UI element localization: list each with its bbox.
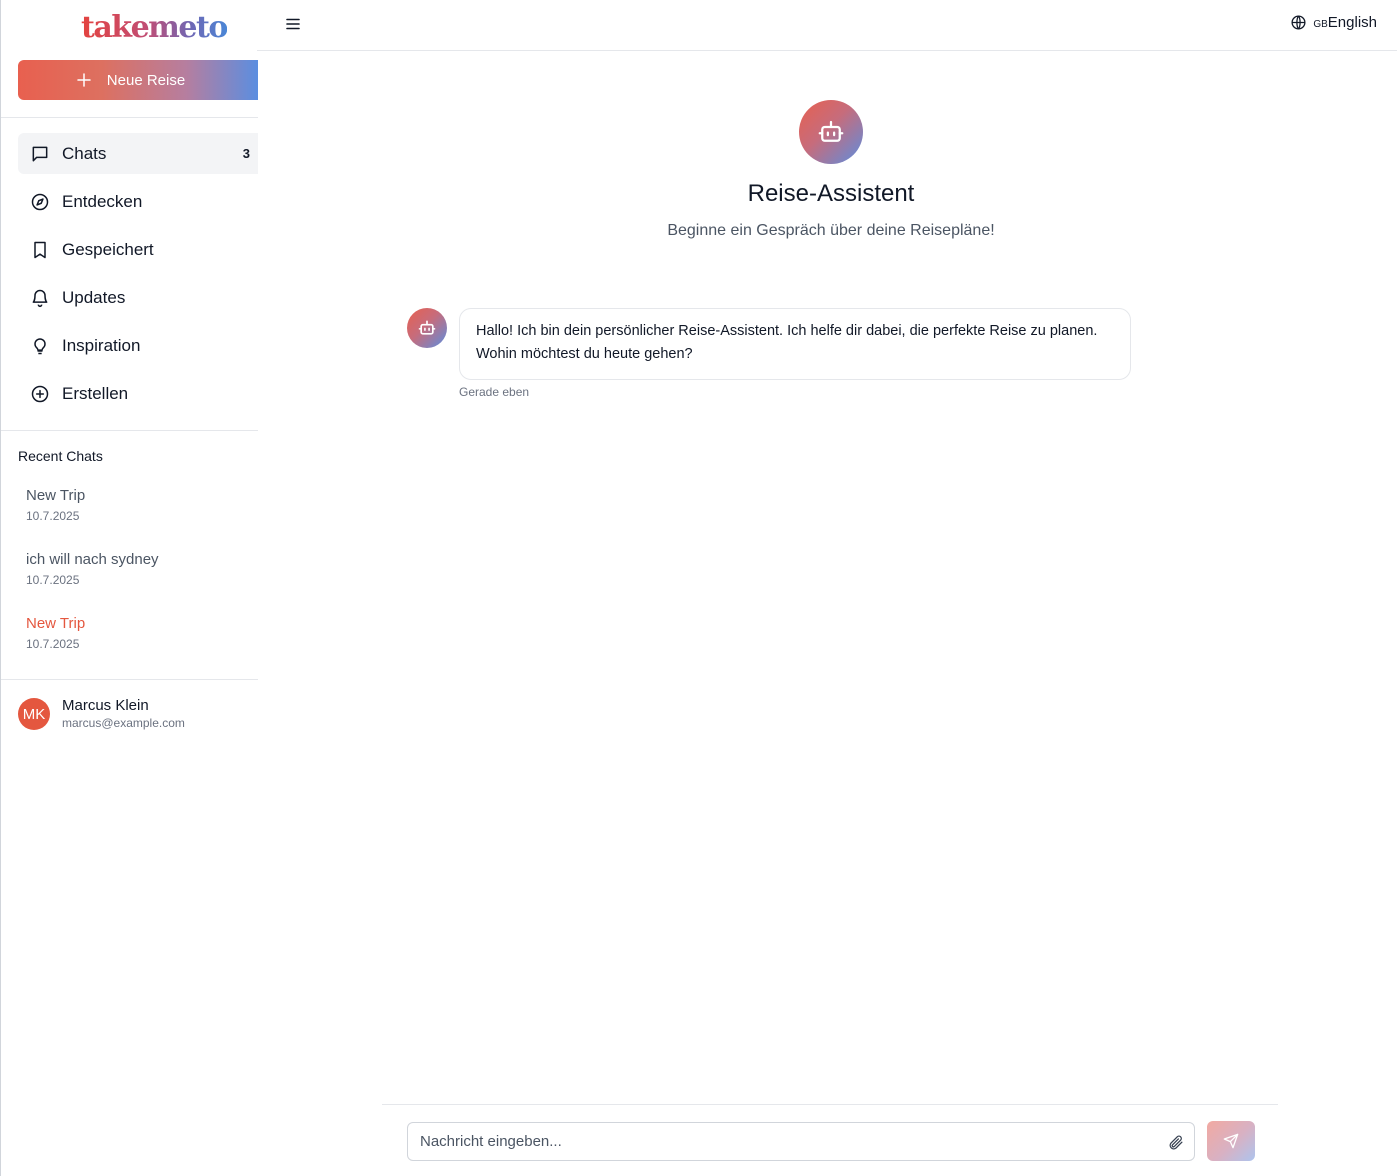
bookmark-icon (30, 240, 50, 260)
page-subtitle: Beginne ein Gespräch über deine Reiseplä… (667, 222, 995, 239)
top-header: GBEnglish (257, 0, 1397, 51)
page-title: Reise-Assistent (747, 180, 915, 207)
message-input[interactable] (408, 1123, 1148, 1160)
brand-logo[interactable]: takemeto (81, 10, 228, 46)
recent-chat-date: 10.7.2025 (26, 573, 80, 587)
user-profile[interactable]: MK Marcus Klein marcus@example.com (18, 697, 185, 731)
sidebar-item-entdecken[interactable]: Entdecken (18, 181, 258, 222)
sidebar-item-updates[interactable]: Updates (18, 277, 258, 318)
sidebar-divider (1, 117, 258, 118)
new-trip-button[interactable]: Neue Reise (18, 60, 258, 100)
recent-chat-date: 10.7.2025 (26, 637, 80, 651)
bot-avatar-icon (407, 308, 447, 348)
chats-count-badge: 3 (242, 146, 250, 161)
lightbulb-icon (30, 336, 50, 356)
compass-icon (30, 192, 50, 212)
new-trip-label: Neue Reise (106, 71, 186, 89)
sidebar-item-gespeichert[interactable]: Gespeichert (18, 229, 258, 270)
recent-chat-date: 10.7.2025 (26, 509, 80, 523)
bot-icon (799, 100, 863, 164)
sidebar-item-erstellen[interactable]: Erstellen (18, 373, 258, 414)
sidebar-item-label: Gespeichert (62, 239, 154, 259)
sidebar-item-inspiration[interactable]: Inspiration (18, 325, 258, 366)
recent-chat-title: New Trip (26, 615, 86, 632)
user-name: Marcus Klein (62, 697, 149, 714)
recent-chats-heading: Recent Chats (18, 448, 103, 464)
message-timestamp: Gerade eben (459, 385, 530, 399)
recent-chat-item-active[interactable]: New Trip 10.7.2025 (18, 614, 258, 678)
bell-icon (30, 288, 50, 308)
globe-icon (1290, 14, 1307, 31)
recent-chat-item[interactable]: New Trip 10.7.2025 (18, 486, 258, 550)
sidebar: takemeto Neue Reise Chats 3 Entdecken Ge… (0, 0, 258, 1176)
sidebar-item-label: Erstellen (62, 383, 129, 403)
send-icon (1223, 1133, 1239, 1149)
assistant-message-bubble: Hallo! Ich bin dein persönlicher Reise-A… (459, 308, 1131, 380)
user-email: marcus@example.com (62, 716, 185, 730)
menu-icon[interactable] (285, 16, 301, 32)
sidebar-item-chats[interactable]: Chats 3 (18, 133, 258, 174)
message-text-line: Hallo! Ich bin dein persönlicher Reise-A… (476, 323, 1098, 339)
message-square-icon (30, 144, 50, 164)
composer-divider (382, 1104, 1278, 1105)
language-flag: GB (1313, 19, 1328, 30)
sidebar-item-label: Updates (62, 287, 126, 307)
recent-chat-title: ich will nach sydney (26, 551, 159, 568)
sidebar-divider (1, 430, 258, 431)
recent-chat-item[interactable]: ich will nach sydney 10.7.2025 (18, 550, 258, 614)
send-button[interactable] (1207, 1121, 1255, 1161)
sidebar-divider (1, 679, 258, 680)
sidebar-item-label: Inspiration (62, 335, 141, 355)
sidebar-item-label: Entdecken (62, 191, 143, 211)
plus-icon (77, 73, 91, 87)
recent-chats-list: New Trip 10.7.2025 ich will nach sydney … (18, 486, 258, 678)
message-composer (407, 1122, 1195, 1161)
paperclip-icon[interactable] (1166, 1133, 1184, 1151)
message-text-line: Wohin möchtest du heute gehen? (476, 346, 693, 362)
sidebar-item-label: Chats (62, 143, 107, 163)
language-label: English (1327, 14, 1377, 31)
sidebar-nav: Chats 3 Entdecken Gespeichert Updates In… (18, 133, 258, 421)
recent-chat-title: New Trip (26, 487, 86, 504)
plus-circle-icon (30, 384, 50, 404)
language-switcher[interactable]: GBEnglish (1290, 14, 1377, 31)
avatar: MK (18, 698, 50, 730)
